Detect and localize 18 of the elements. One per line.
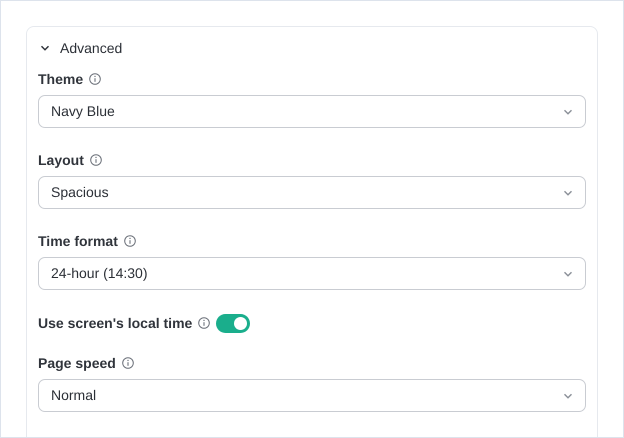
info-icon[interactable] bbox=[90, 154, 102, 166]
dropdown-field[interactable]: Navy Blue bbox=[38, 95, 586, 128]
field-label: Page speed bbox=[38, 354, 116, 373]
field-label: Time format bbox=[38, 232, 118, 250]
info-icon[interactable] bbox=[122, 357, 134, 369]
dropdown-field[interactable]: 24-hour (14:30) bbox=[38, 257, 586, 290]
dropdown-field[interactable]: Spacious bbox=[38, 176, 586, 209]
toggle-label: Use screen's local time bbox=[38, 314, 192, 332]
info-icon[interactable] bbox=[198, 317, 210, 329]
info-icon[interactable] bbox=[124, 235, 136, 247]
field-label: Layout bbox=[38, 150, 84, 170]
dropdown-field[interactable]: Normal bbox=[38, 379, 586, 412]
info-icon[interactable] bbox=[89, 73, 102, 85]
field-label: Theme bbox=[38, 70, 84, 88]
chevron-icon bbox=[40, 43, 50, 53]
section-title: Advanced bbox=[60, 38, 122, 58]
section-header[interactable]: Advanced bbox=[38, 37, 124, 59]
toggle-switch[interactable] bbox=[216, 314, 250, 332]
